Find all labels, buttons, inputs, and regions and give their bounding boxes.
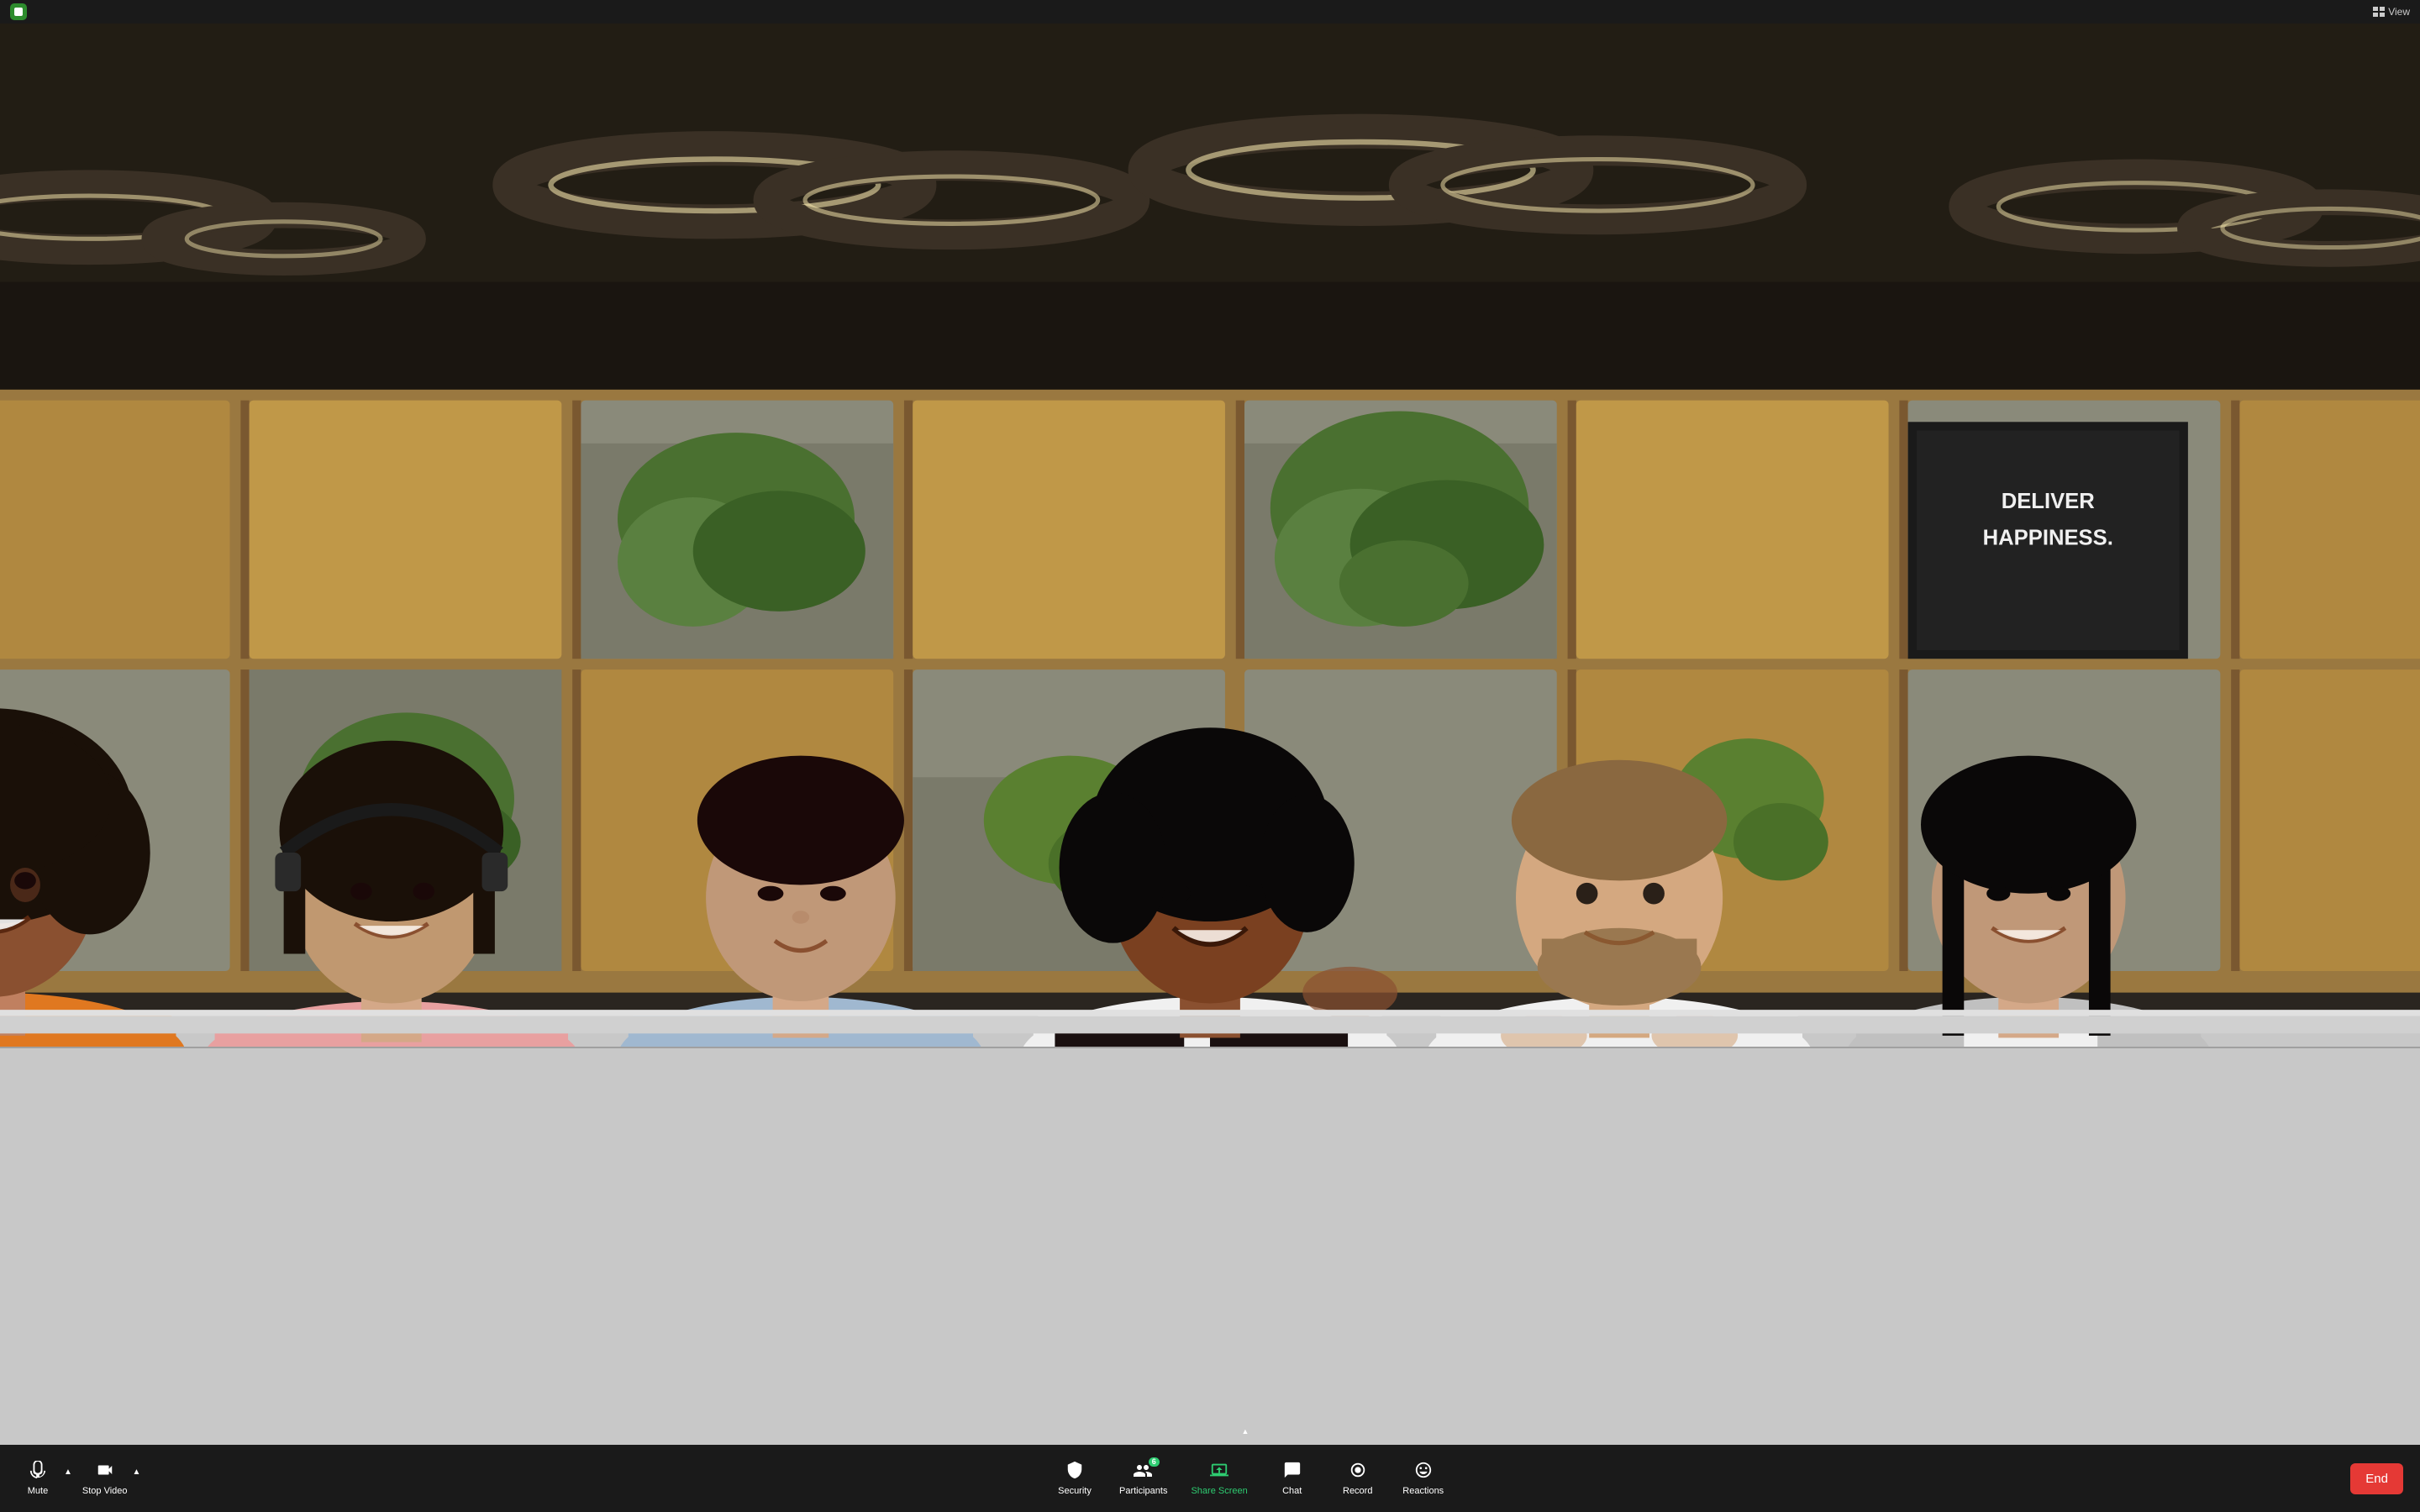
video-scene: DELIVER HAPPINESS. — [0, 24, 2420, 1445]
share-screen-button[interactable]: Share Screen ▲ — [1191, 1461, 1247, 1496]
svg-text:DELIVER: DELIVER — [2002, 490, 2095, 513]
participants-label: Participants — [1119, 1486, 1167, 1496]
main-content: DELIVER HAPPINESS. — [0, 24, 2420, 1445]
security-icon — [1065, 1461, 1084, 1483]
toolbar-left: Mute ▲ Stop Video ▲ — [17, 1461, 147, 1496]
participants-icon: 6 — [1133, 1461, 1155, 1483]
chat-icon — [1283, 1461, 1302, 1483]
toolbar-right: End — [2350, 1463, 2403, 1494]
stop-video-label: Stop Video — [82, 1486, 128, 1496]
mute-label: Mute — [28, 1486, 48, 1496]
title-bar: View — [0, 0, 2420, 24]
security-button[interactable]: Security — [1054, 1461, 1096, 1496]
share-screen-label: Share Screen — [1191, 1486, 1247, 1496]
toolbar: Mute ▲ Stop Video ▲ Security — [0, 1445, 2420, 1512]
participants-count-badge: 6 — [1149, 1457, 1160, 1467]
security-label: Security — [1058, 1486, 1092, 1496]
view-label: View — [2388, 6, 2410, 18]
chat-label: Chat — [1282, 1486, 1302, 1496]
reactions-button[interactable]: Reactions — [1402, 1461, 1444, 1496]
title-bar-left — [10, 3, 27, 20]
title-bar-right: View — [2373, 6, 2410, 18]
stop-video-button[interactable]: Stop Video — [82, 1461, 128, 1496]
record-label: Record — [1343, 1486, 1372, 1496]
mute-icon — [29, 1461, 47, 1483]
end-button[interactable]: End — [2350, 1463, 2403, 1494]
video-caret[interactable]: ▲ — [133, 1467, 141, 1477]
reactions-label: Reactions — [1402, 1486, 1444, 1496]
share-screen-icon — [1208, 1461, 1230, 1483]
toolbar-center: Security 6 Participants S — [147, 1461, 2350, 1496]
svg-text:HAPPINESS.: HAPPINESS. — [1983, 526, 2113, 549]
stop-video-icon — [96, 1461, 114, 1483]
screen-share-area — [0, 1047, 2420, 1445]
participants-icon-wrap: 6 — [1133, 1461, 1155, 1483]
chat-button[interactable]: Chat — [1271, 1461, 1313, 1496]
participants-button[interactable]: 6 Participants — [1119, 1461, 1167, 1496]
view-icon — [2373, 7, 2385, 17]
share-caret[interactable]: ▲ — [1241, 1427, 1249, 1436]
zoom-icon-inner — [14, 8, 23, 16]
record-button[interactable]: Record — [1337, 1461, 1379, 1496]
record-icon — [1349, 1461, 1367, 1483]
reactions-icon — [1414, 1461, 1433, 1483]
view-button[interactable]: View — [2373, 6, 2410, 18]
mute-button[interactable]: Mute — [17, 1461, 59, 1496]
mute-caret[interactable]: ▲ — [64, 1467, 72, 1477]
zoom-app-icon — [10, 3, 27, 20]
